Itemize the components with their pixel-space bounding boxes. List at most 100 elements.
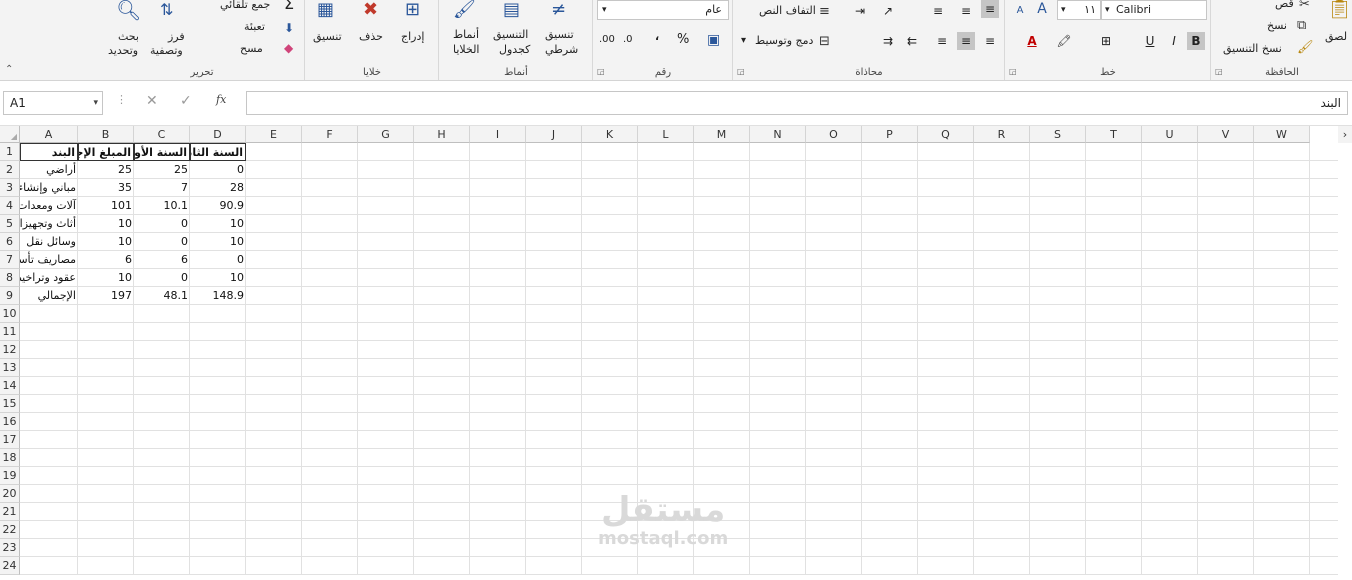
align-top-icon[interactable]: ≡ [929, 2, 947, 20]
table-cell[interactable]: 148.9 [190, 287, 246, 305]
sort-filter-label-1[interactable]: فرز [168, 30, 185, 43]
paste-button[interactable]: لصق [1325, 30, 1347, 43]
decrease-decimal-button[interactable]: .0 [623, 34, 633, 45]
column-header-a[interactable]: A [20, 126, 78, 143]
row-header-19[interactable]: 19 [0, 467, 20, 485]
orientation-icon[interactable]: ↗ [879, 2, 897, 20]
table-cell[interactable]: مصاريف تأسيس [20, 251, 78, 269]
name-box[interactable]: A1 ▾ [3, 91, 103, 115]
column-header-w[interactable]: W [1254, 126, 1310, 143]
fill-button[interactable]: تعبئة [244, 20, 265, 33]
italic-button[interactable]: I [1165, 32, 1183, 50]
column-header-j[interactable]: J [526, 126, 582, 143]
row-header-4[interactable]: 4 [0, 197, 20, 215]
align-middle-icon[interactable]: ≡ [957, 2, 975, 20]
column-header-l[interactable]: L [638, 126, 694, 143]
row-header-16[interactable]: 16 [0, 413, 20, 431]
table-cell[interactable]: 25 [78, 161, 134, 179]
formula-bar-options-icon[interactable]: ⋮ [116, 93, 127, 106]
table-cell[interactable]: 10 [78, 215, 134, 233]
column-header-u[interactable]: U [1142, 126, 1198, 143]
row-header-24[interactable]: 24 [0, 557, 20, 575]
row-header-20[interactable]: 20 [0, 485, 20, 503]
row-header-6[interactable]: 6 [0, 233, 20, 251]
row-header-8[interactable]: 8 [0, 269, 20, 287]
header-cell[interactable]: البند [20, 143, 78, 161]
increase-decimal-button[interactable]: .00 [599, 34, 615, 45]
row-header-23[interactable]: 23 [0, 539, 20, 557]
table-cell[interactable]: 28 [190, 179, 246, 197]
table-cell[interactable]: أثاث وتجهيزات [20, 215, 78, 233]
scroll-right-icon[interactable]: › [1338, 126, 1352, 143]
merge-center-button[interactable]: دمج وتوسيط [755, 34, 813, 47]
cut-button[interactable]: قص [1275, 0, 1294, 10]
autosum-button[interactable]: جمع تلقائي [220, 0, 270, 11]
chevron-down-icon[interactable]: ▾ [93, 92, 98, 114]
percent-button[interactable]: % [677, 32, 689, 47]
select-all-corner[interactable]: ◢ [0, 126, 20, 143]
table-cell[interactable]: 10 [190, 269, 246, 287]
format-button[interactable]: تنسيق [313, 30, 342, 43]
increase-indent-icon[interactable]: ⇉ [879, 32, 897, 50]
column-header-t[interactable]: T [1086, 126, 1142, 143]
column-header-h[interactable]: H [414, 126, 470, 143]
row-header-7[interactable]: 7 [0, 251, 20, 269]
wrap-text-button[interactable]: التفاف النص [759, 4, 816, 17]
table-cell[interactable]: مباني وإنشاءات [20, 179, 78, 197]
grow-font-button[interactable]: A [1033, 0, 1051, 18]
column-header-e[interactable]: E [246, 126, 302, 143]
row-header-9[interactable]: 9 [0, 287, 20, 305]
bold-button[interactable]: B [1187, 32, 1205, 50]
header-cell[interactable]: المبلغ الإجمالي (مليون جنيه) [78, 143, 134, 161]
table-cell[interactable]: الإجمالي [20, 287, 78, 305]
currency-icon[interactable]: ▣ [707, 32, 720, 48]
font-name-dropdown[interactable]: ▾ Calibri [1101, 0, 1207, 20]
format-painter-button[interactable]: نسخ التنسيق [1223, 42, 1282, 55]
table-cell[interactable]: 0 [190, 161, 246, 179]
collapse-ribbon-icon[interactable]: ⌃ [5, 64, 13, 75]
copy-button[interactable]: نسخ [1267, 19, 1287, 32]
row-header-1[interactable]: 1 [0, 143, 20, 161]
row-header-11[interactable]: 11 [0, 323, 20, 341]
decrease-indent-icon[interactable]: ⇇ [903, 32, 921, 50]
font-color-icon[interactable]: A [1023, 32, 1041, 50]
column-header-p[interactable]: P [862, 126, 918, 143]
header-cell[interactable]: السنة الأولى [134, 143, 190, 161]
column-header-g[interactable]: G [358, 126, 414, 143]
column-header-c[interactable]: C [134, 126, 190, 143]
clear-button[interactable]: مسح [240, 42, 263, 55]
row-header-13[interactable]: 13 [0, 359, 20, 377]
column-header-q[interactable]: Q [918, 126, 974, 143]
cell-styles-label-2[interactable]: الخلايا [453, 43, 480, 56]
column-header-o[interactable]: O [806, 126, 862, 143]
borders-icon[interactable]: ⊞ [1097, 32, 1115, 50]
column-header-f[interactable]: F [302, 126, 358, 143]
sort-filter-label-2[interactable]: وتصفية [150, 44, 183, 57]
column-header-b[interactable]: B [78, 126, 134, 143]
find-select-label-2[interactable]: وتحديد [108, 44, 138, 57]
table-cell[interactable]: 0 [134, 215, 190, 233]
align-left-icon[interactable]: ≡ [981, 32, 999, 50]
column-header-s[interactable]: S [1030, 126, 1086, 143]
table-cell[interactable]: 10 [78, 269, 134, 287]
merge-dropdown-icon[interactable]: ▾ [741, 35, 746, 46]
column-header-i[interactable]: I [470, 126, 526, 143]
table-cell[interactable]: 6 [134, 251, 190, 269]
table-cell[interactable]: 10.1 [134, 197, 190, 215]
format-table-label-1[interactable]: التنسيق [493, 28, 528, 41]
text-direction-icon[interactable]: ⇥ [851, 2, 869, 20]
row-header-18[interactable]: 18 [0, 449, 20, 467]
row-header-15[interactable]: 15 [0, 395, 20, 413]
align-bottom-icon[interactable]: ≡ [981, 0, 999, 18]
find-select-label-1[interactable]: بحث [118, 30, 139, 43]
table-cell[interactable]: وسائل نقل [20, 233, 78, 251]
table-cell[interactable]: أراضي [20, 161, 78, 179]
table-cell[interactable]: 10 [78, 233, 134, 251]
row-header-17[interactable]: 17 [0, 431, 20, 449]
table-cell[interactable]: 25 [134, 161, 190, 179]
column-header-k[interactable]: K [582, 126, 638, 143]
shrink-font-button[interactable]: A [1011, 2, 1029, 20]
underline-button[interactable]: U [1141, 32, 1159, 50]
table-cell[interactable]: 10 [190, 215, 246, 233]
insert-function-button[interactable]: fx [216, 93, 226, 106]
